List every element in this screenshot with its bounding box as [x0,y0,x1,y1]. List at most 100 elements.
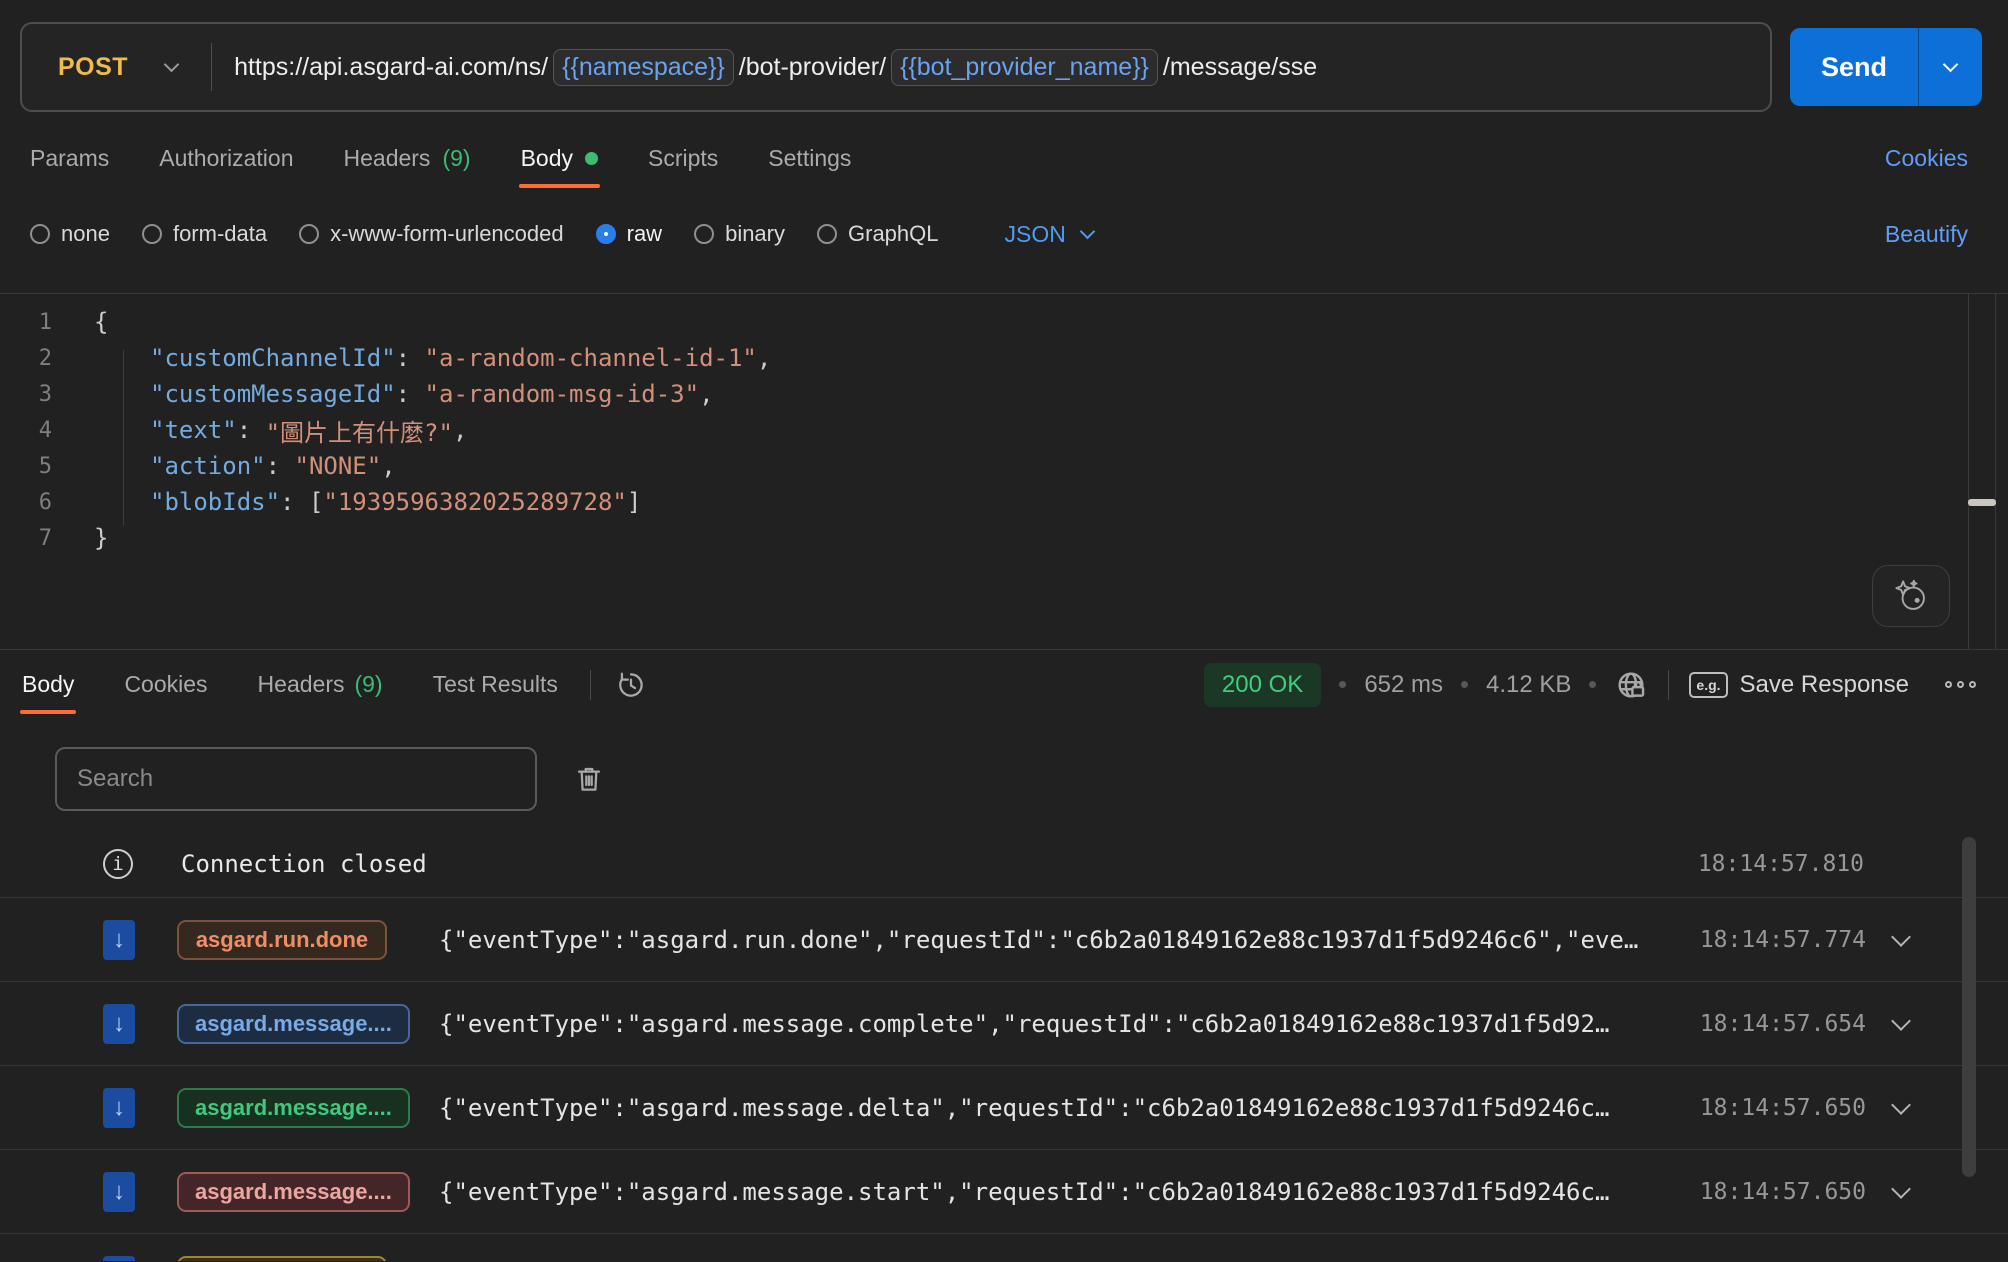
badge-container: asgard.message.... [177,1004,439,1044]
badge-container: asgard.message.... [177,1088,439,1128]
history-clock-icon [615,669,647,701]
response-meta: 200 OK 652 ms 4.12 KB e.g. Save Response [1204,663,1976,707]
bodytype-none[interactable]: none [30,221,110,247]
download-arrow-icon: ↓ [103,1256,135,1262]
expand-chevron-icon[interactable] [1891,1095,1911,1115]
code-line: 3 "customMessageId" : "a-random-msg-id-3… [0,376,2008,412]
response-size: 4.12 KB [1486,671,1571,699]
bodytype-raw[interactable]: raw [596,221,662,247]
event-row-message-complete[interactable]: ↓ asgard.message.... {"eventType":"asgar… [0,981,2008,1065]
event-timestamp: 18:14:57.810 [1698,851,1864,877]
bodytype-label: form-data [173,221,267,247]
save-response-label: Save Response [1740,671,1909,699]
event-message: {"eventType":"asgard.run.done","requestI… [439,926,1676,954]
response-tab-test-results[interactable]: Test Results [431,653,560,716]
request-url-row: POST https://api.asgard-ai.com/ns/ {{nam… [0,0,2008,112]
editor-scrollbar-track [1968,294,1996,649]
request-tabs: Params Authorization Headers (9) Body Sc… [28,121,853,196]
code-token: "a-random-channel-id-1" [425,344,757,372]
tab-body[interactable]: Body [519,121,600,196]
code-token: , [757,344,771,372]
response-time: 652 ms [1364,671,1443,699]
chevron-down-icon [1943,56,1959,72]
event-row-run-done[interactable]: ↓ asgard.run.done {"eventType":"asgard.r… [0,897,2008,981]
bodytype-label: GraphQL [848,221,939,247]
tab-label: Cookies [124,671,207,698]
dot-separator [1461,681,1468,688]
response-tab-cookies[interactable]: Cookies [122,653,209,716]
radio-icon [817,224,837,244]
event-message: {"eventType":"asgard.message.start","req… [439,1178,1676,1206]
line-number: 3 [0,382,52,407]
tab-label: Settings [768,145,851,172]
event-row-partial[interactable]: ↓ [0,1233,2008,1261]
code-token: "blobIds" [150,488,280,516]
postbot-sparkle-icon [1893,578,1929,614]
search-input[interactable] [55,747,537,811]
dot-separator [1589,681,1596,688]
bodytype-x-www-form-urlencoded[interactable]: x-www-form-urlencoded [299,221,564,247]
code-line: 6 "blobIds" : [ "1939596382025289728" ] [0,484,2008,520]
code-line: 5 "action" : "NONE" , [0,448,2008,484]
url-variable-bot-provider-name[interactable]: {{bot_provider_name}} [891,49,1158,86]
tab-label: Test Results [433,671,558,698]
bodytype-binary[interactable]: binary [694,221,785,247]
code-token: { [94,308,108,336]
code-token: : [280,488,309,516]
event-message: {"eventType":"asgard.message.delta","req… [439,1094,1676,1122]
event-type-badge: asgard.message.... [177,1088,410,1128]
cookies-link[interactable]: Cookies [1885,145,1968,172]
postbot-assistant-button[interactable] [1872,565,1950,627]
tab-label: Authorization [159,145,293,172]
event-type-badge: asgard.run.done [177,920,387,960]
tab-scripts[interactable]: Scripts [646,121,720,196]
save-response-button[interactable]: e.g. Save Response [1689,671,1909,699]
method-selector[interactable]: POST [22,24,211,110]
bodytype-label: none [61,221,110,247]
tab-authorization[interactable]: Authorization [157,121,295,196]
bodytype-form-data[interactable]: form-data [142,221,267,247]
url-input[interactable]: https://api.asgard-ai.com/ns/ {{namespac… [212,49,1337,86]
dot-icon [1969,681,1976,688]
tab-headers[interactable]: Headers (9) [342,121,473,196]
event-row-message-delta[interactable]: ↓ asgard.message.... {"eventType":"asgar… [0,1065,2008,1149]
event-timestamp: 18:14:57.654 [1700,1011,1866,1037]
response-tab-body[interactable]: Body [20,653,76,716]
info-icon: i [103,849,133,879]
send-button[interactable]: Send [1790,28,1918,106]
code-token: } [94,524,108,552]
response-history-button[interactable] [615,669,647,701]
more-options-button[interactable] [1945,681,1976,688]
badge-container: asgard.run.done [177,920,439,960]
event-type-badge [177,1256,387,1262]
code-token: "text" [150,416,237,444]
expand-chevron-icon[interactable] [1891,1011,1911,1031]
send-dropdown-button[interactable] [1918,28,1982,106]
tab-params[interactable]: Params [28,121,111,196]
request-body-editor[interactable]: 1 { 2 "customChannelId" : "a-random-chan… [0,293,2008,649]
expand-chevron-icon[interactable] [1891,927,1911,947]
clear-events-button[interactable] [573,763,605,795]
response-tab-headers[interactable]: Headers (9) [256,653,385,716]
headers-count: (9) [354,671,382,698]
event-row-message-start[interactable]: ↓ asgard.message.... {"eventType":"asgar… [0,1149,2008,1233]
badge-container: asgard.message.... [177,1172,439,1212]
url-variable-namespace[interactable]: {{namespace}} [553,49,734,86]
code-token: "1939596382025289728" [323,488,626,516]
event-list-scrollbar-thumb[interactable] [1962,837,1976,1177]
trash-icon [573,763,605,795]
bodytype-graphql[interactable]: GraphQL [817,221,939,247]
status-badge[interactable]: 200 OK [1204,663,1321,707]
expand-chevron-icon[interactable] [1891,1179,1911,1199]
code-token: "a-random-msg-id-3" [425,380,700,408]
language-label: JSON [1005,221,1066,248]
code-token: : [266,452,295,480]
tab-settings[interactable]: Settings [766,121,853,196]
response-search-row [0,719,2008,831]
beautify-link[interactable]: Beautify [1885,221,1968,248]
language-selector[interactable]: JSON [1005,221,1093,248]
editor-scrollbar-thumb[interactable] [1968,499,1996,506]
line-number: 7 [0,526,52,551]
network-info-button[interactable] [1614,668,1648,702]
event-row-connection-closed[interactable]: i Connection closed 18:14:57.810 [0,831,2008,897]
